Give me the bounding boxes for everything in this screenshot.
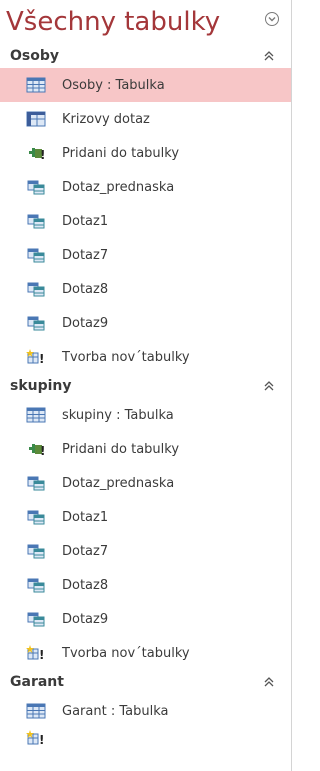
select-query-icon xyxy=(26,611,46,627)
group-list: Osoby Osoby : Tabulka Krizovy dotaz! Pridan… xyxy=(0,44,291,748)
select-query-icon xyxy=(26,315,46,331)
nav-item-label: Dotaz9 xyxy=(62,315,109,331)
nav-item-label: Pridani do tabulky xyxy=(62,441,180,457)
nav-item-label: Dotaz8 xyxy=(62,281,109,297)
select-query-icon xyxy=(26,475,46,491)
nav-item[interactable]: Krizovy dotaz xyxy=(0,102,291,136)
nav-item-label: Garant : Tabulka xyxy=(62,703,169,719)
nav-item-label: Dotaz7 xyxy=(62,543,109,559)
nav-item-label: Dotaz_prednaska xyxy=(62,179,175,195)
nav-item[interactable]: Dotaz1 xyxy=(0,204,291,238)
make-table-query-icon: ! xyxy=(26,645,46,662)
nav-item[interactable]: Dotaz_prednaska xyxy=(0,466,291,500)
select-query-icon xyxy=(26,179,46,195)
nav-item[interactable]: Dotaz7 xyxy=(0,238,291,272)
table-icon xyxy=(26,703,46,719)
select-query-icon xyxy=(26,509,46,525)
nav-item[interactable]: Dotaz8 xyxy=(0,272,291,306)
select-query-icon xyxy=(26,247,46,263)
select-query-icon xyxy=(26,577,46,593)
nav-item[interactable]: ! Tvorba nov´tabulky xyxy=(0,636,291,670)
nav-item-label: Osoby : Tabulka xyxy=(62,77,165,93)
nav-item[interactable]: Garant : Tabulka xyxy=(0,694,291,728)
pane-header[interactable]: Všechny tabulky xyxy=(0,0,291,44)
group-name: skupiny xyxy=(10,378,72,394)
table-icon xyxy=(26,407,46,423)
svg-text:!: ! xyxy=(39,648,44,661)
svg-text:!: ! xyxy=(40,148,45,161)
group-header-0[interactable]: Osoby xyxy=(0,44,291,68)
pane-title: Všechny tabulky xyxy=(6,7,221,37)
svg-text:!: ! xyxy=(39,733,44,746)
group-header-2[interactable]: Garant xyxy=(0,670,291,694)
nav-item[interactable]: ! Tvorba nov´tabulky xyxy=(0,340,291,374)
svg-text:!: ! xyxy=(39,352,44,365)
make-table-query-icon: ! xyxy=(26,349,46,366)
make-table-query-icon: ! xyxy=(26,730,46,747)
navigation-pane: Všechny tabulky Osoby Osoby : Tabulka Kriz… xyxy=(0,0,292,771)
nav-item-label: skupiny : Tabulka xyxy=(62,407,174,423)
nav-item-partial[interactable]: ! xyxy=(0,728,291,748)
chevron-down-circle-icon[interactable] xyxy=(265,12,279,26)
nav-item[interactable]: Dotaz7 xyxy=(0,534,291,568)
nav-item[interactable]: Dotaz9 xyxy=(0,602,291,636)
nav-item-label: Dotaz1 xyxy=(62,213,109,229)
nav-item-label: Dotaz8 xyxy=(62,577,109,593)
nav-item-label: Dotaz7 xyxy=(62,247,109,263)
select-query-icon xyxy=(26,543,46,559)
nav-item[interactable]: ! Pridani do tabulky xyxy=(0,432,291,466)
group-header-1[interactable]: skupiny xyxy=(0,374,291,398)
nav-item[interactable]: skupiny : Tabulka xyxy=(0,398,291,432)
append-query-icon: ! xyxy=(26,145,46,162)
nav-item-label: Pridani do tabulky xyxy=(62,145,180,161)
crosstab-query-icon xyxy=(26,111,46,127)
select-query-icon xyxy=(26,213,46,229)
nav-item[interactable]: Dotaz8 xyxy=(0,568,291,602)
svg-text:!: ! xyxy=(40,444,45,457)
nav-item[interactable]: Dotaz9 xyxy=(0,306,291,340)
table-icon xyxy=(26,77,46,93)
nav-item-label: Krizovy dotaz xyxy=(62,111,150,127)
nav-item[interactable]: Dotaz_prednaska xyxy=(0,170,291,204)
append-query-icon: ! xyxy=(26,441,46,458)
nav-item-label: Dotaz1 xyxy=(62,509,109,525)
collapse-icon[interactable] xyxy=(263,675,275,689)
collapse-icon[interactable] xyxy=(263,379,275,393)
nav-item[interactable]: Dotaz1 xyxy=(0,500,291,534)
group-name: Osoby xyxy=(10,48,59,64)
nav-item[interactable]: ! Pridani do tabulky xyxy=(0,136,291,170)
select-query-icon xyxy=(26,281,46,297)
collapse-icon[interactable] xyxy=(263,49,275,63)
nav-item-label: Dotaz9 xyxy=(62,611,109,627)
nav-item-label: Dotaz_prednaska xyxy=(62,475,175,491)
nav-item[interactable]: Osoby : Tabulka xyxy=(0,68,291,102)
group-name: Garant xyxy=(10,674,64,690)
nav-item-label: Tvorba nov´tabulky xyxy=(62,645,190,661)
nav-item-label: Tvorba nov´tabulky xyxy=(62,349,190,365)
